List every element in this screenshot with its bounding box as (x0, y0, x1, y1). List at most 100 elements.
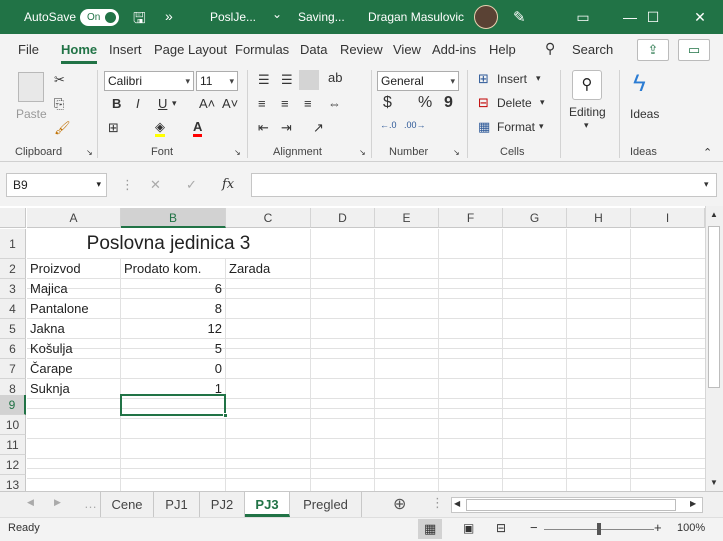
cell-product[interactable]: Suknja (27, 379, 121, 399)
chevron-down-icon[interactable]: ▾ (704, 179, 709, 190)
sheet-tab-pregled[interactable]: Pregled (290, 492, 362, 517)
copy-icon[interactable]: ⎘ (54, 96, 64, 112)
more-sheets-icon[interactable]: … (84, 496, 97, 511)
cell-qty[interactable]: 0 (121, 359, 226, 379)
row-header[interactable]: 1 (0, 229, 26, 259)
cell-qty[interactable]: 5 (121, 339, 226, 359)
column-header[interactable]: F (439, 208, 503, 228)
search-label[interactable]: Search (572, 42, 613, 57)
sheet-tab-pj3[interactable]: PJ3 (245, 492, 290, 517)
zoom-level[interactable]: 100% (677, 522, 705, 534)
close-icon[interactable]: ✕ (677, 0, 723, 34)
increase-indent-icon[interactable]: ⇥ (281, 120, 292, 136)
vertical-scrollbar[interactable]: ▲ ▼ (705, 206, 723, 491)
chevron-down-icon[interactable]: ▾ (540, 97, 545, 108)
decrease-indent-icon[interactable]: ⇤ (258, 120, 269, 136)
tab-insert[interactable]: Insert (109, 42, 142, 57)
page-layout-view-icon[interactable]: ▣ (463, 521, 474, 535)
tab-help[interactable]: Help (489, 42, 516, 57)
scroll-thumb[interactable] (466, 499, 676, 511)
sheet-tab-pj2[interactable]: PJ2 (200, 492, 245, 517)
fill-color-icon[interactable]: ◈ (155, 120, 165, 137)
align-right-icon[interactable]: ≡ (304, 96, 312, 111)
format-cells-icon[interactable]: ▦ (478, 119, 490, 135)
row-header[interactable]: 10 (0, 415, 26, 435)
delete-cells-icon[interactable]: ⊟ (478, 95, 489, 111)
dialog-launcher-icon[interactable]: ↘ (86, 148, 93, 157)
tab-formulas[interactable]: Formulas (235, 42, 289, 57)
row-header[interactable]: 9 (0, 395, 26, 415)
cell-product[interactable]: Jakna (27, 319, 121, 339)
column-header[interactable]: E (375, 208, 439, 228)
previous-sheet-icon[interactable]: ◀ (27, 497, 34, 508)
shrink-font-icon[interactable]: A˅ (222, 96, 238, 111)
chevron-down-icon[interactable]: ▾ (539, 121, 544, 132)
tab-page-layout[interactable]: Page Layout (154, 42, 227, 57)
cell-qty[interactable]: 12 (121, 319, 226, 339)
maximize-icon[interactable]: ☐ (630, 0, 676, 34)
chevron-down-icon[interactable]: ▾ (584, 120, 589, 131)
pen-icon[interactable]: ✎ (513, 8, 526, 26)
autosave-toggle[interactable]: On (80, 9, 119, 26)
avatar[interactable] (474, 5, 498, 29)
chevron-down-icon[interactable]: ⌄ (272, 7, 282, 21)
column-header[interactable]: C (226, 208, 311, 228)
align-left-icon[interactable]: ≡ (258, 96, 266, 111)
delete-button[interactable]: Delete (497, 96, 532, 110)
insert-function-icon[interactable]: fx (222, 177, 234, 192)
tab-view[interactable]: View (393, 42, 421, 57)
add-sheet-button[interactable]: ⊕ (393, 494, 406, 514)
cell-qty[interactable]: 8 (121, 299, 226, 319)
bold-button[interactable]: B (112, 96, 121, 111)
insert-cells-icon[interactable]: ⊞ (478, 71, 489, 87)
font-size-select[interactable]: 11 ▾ (196, 71, 238, 91)
currency-button[interactable]: $ (383, 94, 392, 112)
chevron-down-icon[interactable]: ▾ (172, 98, 177, 109)
text-direction-icon[interactable]: ↗ (313, 120, 324, 136)
scroll-up-icon[interactable]: ▲ (710, 210, 718, 219)
dialog-launcher-icon[interactable]: ↘ (359, 148, 366, 157)
scroll-thumb[interactable] (708, 226, 720, 388)
scroll-down-icon[interactable]: ▼ (710, 478, 718, 487)
next-sheet-icon[interactable]: ▶ (54, 497, 61, 508)
sheet-tab-pj1[interactable]: PJ1 (154, 492, 200, 517)
cell-a2[interactable]: Proizvod (27, 259, 121, 279)
format-button[interactable]: Format (497, 120, 535, 134)
search-icon[interactable]: ⚲ (545, 40, 555, 57)
scroll-left-icon[interactable]: ◀ (454, 499, 460, 508)
font-name-select[interactable]: Calibri ▾ (104, 71, 194, 91)
zoom-out-icon[interactable]: − (530, 520, 538, 535)
borders-icon[interactable]: ⊞ (108, 120, 119, 136)
enter-icon[interactable]: ✓ (186, 177, 197, 193)
active-cell-b9[interactable] (120, 394, 226, 416)
insert-button[interactable]: Insert (497, 72, 527, 86)
underline-button[interactable]: U (158, 96, 167, 111)
row-header[interactable]: 6 (0, 339, 26, 359)
row-header[interactable]: 2 (0, 259, 26, 279)
select-all-button[interactable] (0, 208, 26, 228)
name-box[interactable]: B9 ▾ (6, 173, 107, 197)
sheet-title-cell[interactable]: Poslovna jedinica 3 (27, 229, 310, 259)
tab-home[interactable]: Home (61, 42, 98, 64)
tab-data[interactable]: Data (300, 42, 327, 57)
fill-handle[interactable] (223, 413, 228, 418)
zoom-in-icon[interactable]: + (654, 520, 662, 535)
row-header[interactable]: 13 (0, 475, 26, 491)
tab-add-ins[interactable]: Add-ins (432, 42, 476, 57)
number-format-select[interactable]: General ▾ (377, 71, 459, 91)
row-header[interactable]: 4 (0, 299, 26, 319)
format-painter-icon[interactable]: 🖌 (54, 120, 71, 136)
collapse-ribbon-icon[interactable]: ⌃ (703, 146, 712, 159)
tab-file[interactable]: File (18, 42, 39, 57)
row-header[interactable]: 12 (0, 455, 26, 475)
cell-product[interactable]: Pantalone (27, 299, 121, 319)
cell-product[interactable]: Majica (27, 279, 121, 299)
cell-product[interactable]: Čarape (27, 359, 121, 379)
align-middle-icon[interactable]: ☰ (281, 72, 293, 88)
chevron-down-icon[interactable]: ▾ (536, 73, 541, 84)
paste-button[interactable]: Paste (16, 107, 47, 121)
cell-qty[interactable]: 6 (121, 279, 226, 299)
dialog-launcher-icon[interactable]: ↘ (453, 148, 460, 157)
sheet-tab-cene[interactable]: Cene (100, 492, 154, 517)
user-name[interactable]: Dragan Masulovic (368, 10, 464, 24)
